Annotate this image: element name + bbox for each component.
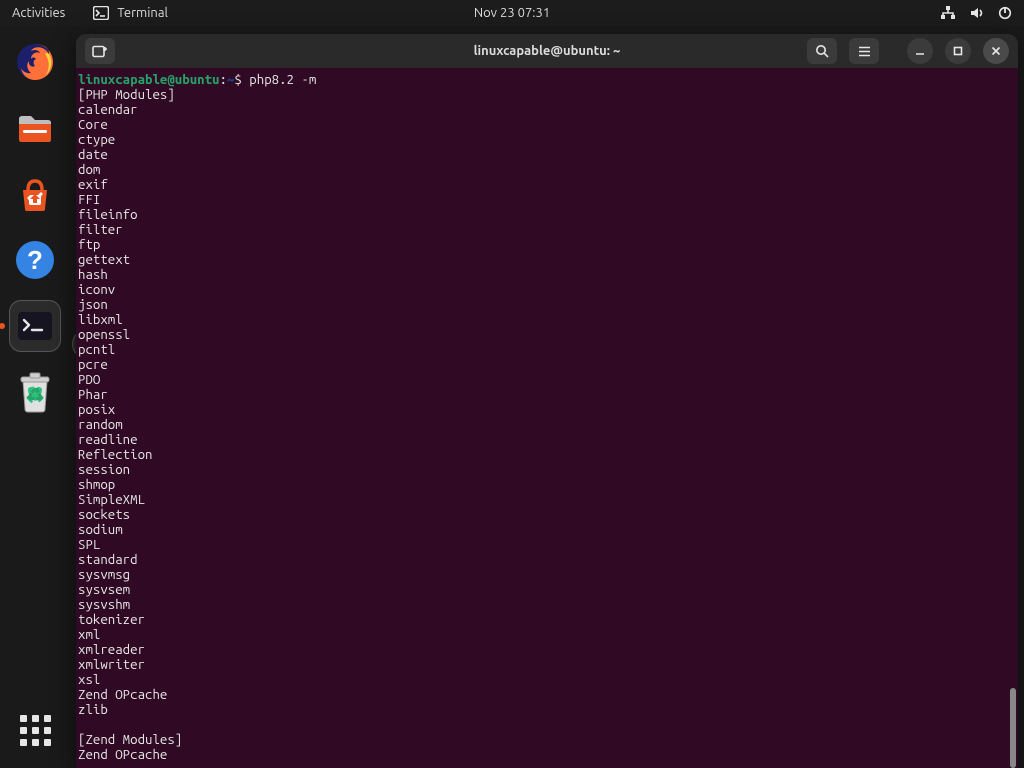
- menu-button[interactable]: [849, 38, 879, 64]
- show-applications[interactable]: [15, 710, 55, 750]
- window-title: linuxcapable@ubuntu: ~: [474, 44, 621, 58]
- software-icon: [13, 172, 57, 216]
- maximize-button[interactable]: [945, 38, 971, 64]
- dock-terminal[interactable]: [9, 300, 61, 352]
- close-icon: [990, 45, 1002, 57]
- close-button[interactable]: [983, 38, 1009, 64]
- minimize-icon: [914, 45, 926, 57]
- hamburger-icon: [857, 45, 872, 58]
- search-button[interactable]: [807, 38, 837, 64]
- svg-text:♻: ♻: [27, 386, 42, 405]
- active-indicator-dot: [0, 323, 5, 329]
- trash-icon: ♻: [14, 369, 56, 415]
- svg-text:?: ?: [27, 245, 43, 275]
- search-icon: [815, 44, 830, 59]
- gnome-topbar: Activities Terminal Nov 23 07:31: [0, 0, 1024, 26]
- files-icon: [13, 106, 57, 150]
- window-titlebar[interactable]: linuxcapable@ubuntu: ~: [76, 34, 1018, 68]
- dock-trash[interactable]: ♻: [9, 366, 61, 418]
- firefox-icon: [13, 40, 57, 84]
- new-tab-icon: [92, 44, 108, 58]
- dock-firefox[interactable]: [9, 36, 61, 88]
- new-tab-button[interactable]: [85, 38, 115, 64]
- minimize-button[interactable]: [907, 38, 933, 64]
- scrollbar[interactable]: [1008, 68, 1018, 768]
- dock-software[interactable]: [9, 168, 61, 220]
- dock: ?: [0, 26, 70, 768]
- terminal-window: linuxcapable@ubuntu: ~ linuxcapable@ubun…: [76, 34, 1018, 768]
- terminal-output[interactable]: linuxcapable@ubuntu:~$ php8.2 -m [PHP Mo…: [76, 68, 1018, 768]
- activities-button[interactable]: Activities: [12, 6, 65, 20]
- dock-help[interactable]: ?: [9, 234, 61, 286]
- clock[interactable]: Nov 23 07:31: [474, 6, 550, 20]
- help-icon: ?: [13, 238, 57, 282]
- maximize-icon: [952, 45, 964, 57]
- terminal-icon: [93, 6, 109, 20]
- app-menu-label: Terminal: [117, 6, 168, 20]
- terminal-app-icon: [18, 312, 52, 340]
- power-icon[interactable]: [998, 6, 1012, 20]
- app-menu[interactable]: Terminal: [93, 6, 168, 20]
- volume-icon[interactable]: [970, 6, 984, 20]
- scrollbar-thumb[interactable]: [1010, 688, 1016, 768]
- network-icon[interactable]: [940, 6, 956, 20]
- dock-files[interactable]: [9, 102, 61, 154]
